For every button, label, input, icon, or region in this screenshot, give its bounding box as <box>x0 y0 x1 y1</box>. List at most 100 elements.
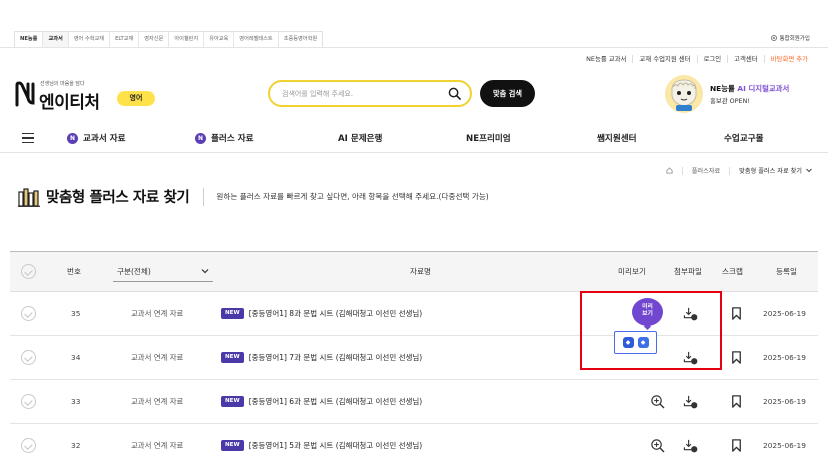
new-badge: NEW <box>221 396 244 407</box>
bookmark-icon[interactable] <box>729 306 744 321</box>
util-link-customer[interactable]: 고객센터 <box>728 55 765 63</box>
bookmark-icon[interactable] <box>729 438 744 453</box>
nav-item-label: 교과서 자료 <box>83 134 126 144</box>
n-logo-icon <box>15 81 35 107</box>
page-title: 맞춤형 플러스 자료 찾기 <box>46 190 190 206</box>
bookmark-icon[interactable] <box>729 394 744 409</box>
site-logo[interactable]: 선생님의 마음을 담다 엔이티처 영어 <box>14 78 164 113</box>
nav-item-label: 플러스 자료 <box>211 134 254 144</box>
row-checkbox[interactable] <box>21 350 36 365</box>
site-tab-newspaper[interactable]: 영자신문 <box>139 32 170 47</box>
attachment-download[interactable]: 2 <box>683 380 698 423</box>
zoom-in-icon[interactable] <box>650 394 665 409</box>
row-number: 33 <box>71 397 81 406</box>
row-title-link[interactable]: [중등영어1] 5과 문법 시트 (김해대청고 이선민 선생님) <box>249 440 423 451</box>
site-tab-kids[interactable]: 유아교육 <box>204 32 235 47</box>
breadcrumb-current[interactable]: 맞춤형 플러스 자료 찾기 <box>739 166 802 175</box>
nav-item-label: 쌤지원센터 <box>597 134 637 144</box>
table-row[interactable]: 33 교과서 연계 자료 NEW [중등영어1] 6과 문법 시트 (김해대청고… <box>10 380 818 424</box>
search-icon[interactable] <box>448 87 461 100</box>
promo-subtitle: 홍보관 OPEN! <box>710 97 750 105</box>
row-category: 교과서 연계 자료 <box>131 353 184 362</box>
header-scrap: 스크랩 <box>722 267 743 276</box>
site-tab-textbook[interactable]: 교과서 <box>43 32 69 47</box>
nav-item-plus[interactable]: N 플러스 자료 <box>195 132 254 144</box>
search-input[interactable] <box>282 88 442 100</box>
utility-links: NE능률 교과서 교재 수업지원 센터 로그인 고객센터 바탕화면 추가 <box>580 55 808 63</box>
header-preview: 미리보기 <box>618 267 646 276</box>
preview-popup: ◆ ◆ <box>614 331 657 354</box>
attachment-download[interactable]: 2 <box>683 424 698 466</box>
row-checkbox[interactable] <box>21 306 36 321</box>
select-all-checkbox[interactable] <box>21 264 36 279</box>
new-badge: NEW <box>221 308 244 319</box>
util-link-support[interactable]: 교재 수업지원 센터 <box>633 55 698 63</box>
header-attachment: 첨부파일 <box>674 267 702 276</box>
new-badge: NEW <box>221 440 244 451</box>
nav-item-support[interactable]: 쌤지원센터 <box>597 132 637 144</box>
bookmark-icon[interactable] <box>729 350 744 365</box>
books-icon <box>18 187 40 207</box>
preview-option-icon[interactable]: ◆ <box>637 337 649 348</box>
table-header: 번호 구분(전체) 자료명 미리보기 첨부파일 스크랩 등록일 <box>10 251 818 292</box>
promo-brand: NE능률 <box>710 84 735 93</box>
site-tab-ichallenge[interactable]: 아이챌린지 <box>169 32 205 47</box>
row-title-link[interactable]: [중등영어1] 7과 문법 시트 (김해대청고 이선민 선생님) <box>249 352 423 363</box>
preview-tooltip[interactable]: 미리 보기 <box>632 298 663 326</box>
new-dot-icon: N <box>195 132 206 144</box>
site-tab-bar: NE능률 교과서 영어 수학교재 ELT교재 영자신문 아이챌린지 유아교육 영… <box>0 28 828 48</box>
row-category: 교과서 연계 자료 <box>131 309 184 318</box>
nav-item-mall[interactable]: 수업교구몰 <box>724 132 764 144</box>
util-link-desktop[interactable]: 바탕화면 추가 <box>765 55 808 63</box>
attachment-count: 2 <box>692 441 696 448</box>
menu-icon[interactable] <box>22 133 34 143</box>
logo-tagline: 선생님의 마음을 담다 <box>40 81 85 87</box>
row-number: 35 <box>71 309 81 318</box>
nav-item-textbook[interactable]: N 교과서 자료 <box>67 132 126 144</box>
row-date: 2025-06-19 <box>763 397 806 406</box>
row-date: 2025-06-19 <box>763 309 806 318</box>
user-icon <box>770 35 777 41</box>
category-select-label: 구분(전체) <box>117 266 151 276</box>
promo-title: NE능률 AI 디지털교과서 <box>710 83 789 94</box>
row-checkbox[interactable] <box>21 438 36 453</box>
util-link-login[interactable]: 로그인 <box>698 55 729 63</box>
preview-option-icon[interactable]: ◆ <box>622 337 634 348</box>
fit-search-button[interactable]: 맞춤 검색 <box>480 80 535 107</box>
category-select[interactable]: 구분(전체) <box>113 262 213 282</box>
preview-tooltip-line2: 보기 <box>642 311 653 317</box>
member-join-button[interactable]: 통합회원가입 <box>770 32 810 44</box>
row-date: 2025-06-19 <box>763 441 806 450</box>
row-category: 교과서 연계 자료 <box>131 397 184 406</box>
row-title-link[interactable]: [중등영어1] 6과 문법 시트 (김해대청고 이선민 선생님) <box>249 396 423 407</box>
site-tab-level-test[interactable]: 영어레벨테스트 <box>234 32 279 47</box>
promo-highlight: AI 디지털교과서 <box>737 84 790 93</box>
header-title: 자료명 <box>410 267 431 276</box>
site-tab-ne[interactable]: NE능률 <box>15 32 44 47</box>
home-icon[interactable] <box>666 167 673 174</box>
preview-tooltip-line1: 미리 <box>642 304 653 310</box>
row-number: 32 <box>71 441 81 450</box>
main-nav: N 교과서 자료 N 플러스 자료 AI 문제은행 NE프리미엄 쌤지원센터 수업교… <box>0 125 828 153</box>
nav-item-label: 수업교구몰 <box>724 134 764 144</box>
row-checkbox[interactable] <box>21 394 36 409</box>
row-title-link[interactable]: [중등영어1] 8과 문법 시트 (김해대청고 이선민 선생님) <box>249 308 423 319</box>
breadcrumb-section[interactable]: 플러스자료 <box>692 166 720 175</box>
nav-item-premium[interactable]: NE프리미엄 <box>466 132 511 144</box>
site-tab-elt[interactable]: ELT교재 <box>110 32 140 47</box>
nav-item-ai-bank[interactable]: AI 문제은행 <box>338 132 382 144</box>
site-tab-english-math[interactable]: 영어 수학교재 <box>69 32 111 47</box>
row-number: 34 <box>71 353 81 362</box>
site-tab-academy[interactable]: 초중등영어학원 <box>279 32 322 47</box>
page-header: 맞춤형 플러스 자료 찾기 원하는 플러스 자료를 빠르게 찾고 싶다면, 아래… <box>18 186 489 207</box>
zoom-in-icon[interactable] <box>650 438 665 453</box>
nav-item-label: AI 문제은행 <box>338 134 383 144</box>
util-link-textbook[interactable]: NE능률 교과서 <box>580 55 634 63</box>
ai-textbook-promo[interactable]: NE능률 AI 디지털교과서 홍보관 OPEN! <box>664 74 814 116</box>
chevron-down-icon[interactable] <box>806 168 812 173</box>
nav-item-label: NE프리미엄 <box>466 134 511 144</box>
member-join-label: 통합회원가입 <box>779 36 810 42</box>
site-tabs: NE능률 교과서 영어 수학교재 ELT교재 영자신문 아이챌린지 유아교육 영… <box>14 31 324 47</box>
table-row[interactable]: 32 교과서 연계 자료 NEW [중등영어1] 5과 문법 시트 (김해대청고… <box>10 424 818 466</box>
logo-badge: 영어 <box>117 91 155 106</box>
